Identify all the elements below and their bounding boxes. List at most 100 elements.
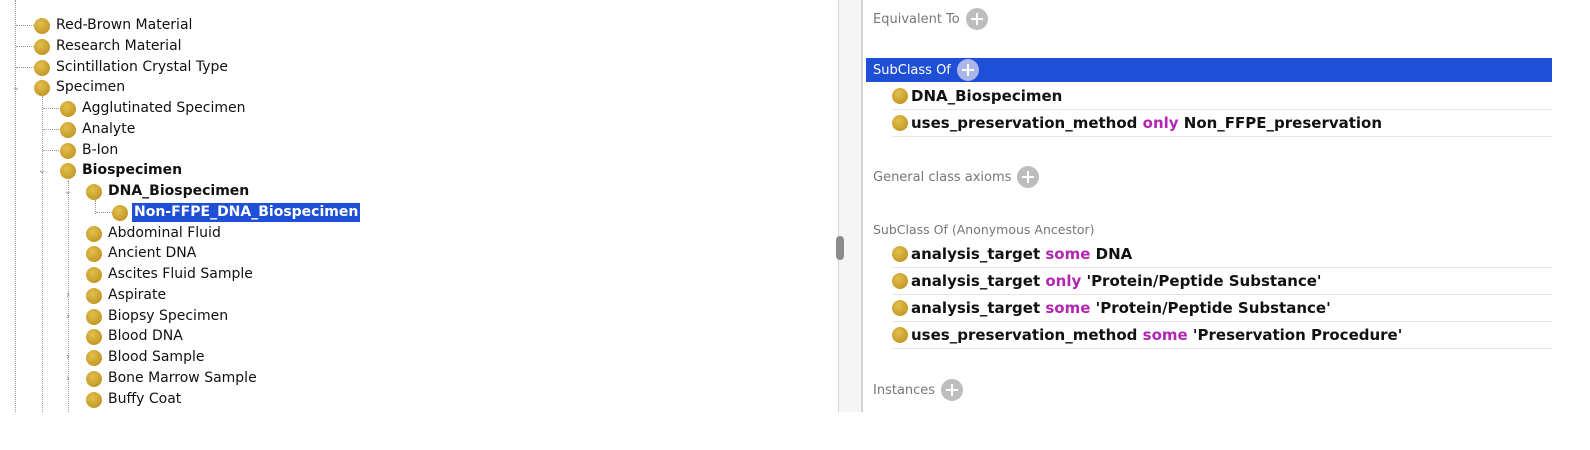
tree-node-label: Blood DNA — [108, 328, 183, 344]
axiom-term: analysis_target — [911, 272, 1046, 290]
section-title: General class axioms — [873, 169, 1012, 185]
class-icon — [86, 287, 102, 304]
class-icon — [892, 115, 908, 131]
tree-node[interactable]: Specimen — [34, 77, 127, 98]
tree-expand-icon[interactable]: ⌄ — [10, 82, 22, 94]
axiom-term: uses_preservation_method — [911, 326, 1143, 344]
panel-splitter[interactable] — [838, 0, 862, 412]
tree-collapse-icon[interactable]: › — [62, 373, 74, 385]
section-title: Instances — [873, 382, 936, 398]
axiom-text: uses_preservation_method only Non_FFPE_p… — [911, 114, 1382, 132]
axiom-row[interactable]: DNA_Biospecimen — [892, 83, 1552, 110]
axiom-text: analysis_target some 'Protein/Peptide Su… — [911, 299, 1331, 317]
axiom-term: 'Preservation Procedure' — [1187, 326, 1403, 344]
tree-node[interactable]: Blood Sample — [86, 347, 206, 368]
class-icon — [60, 142, 76, 159]
axiom-row[interactable]: analysis_target some 'Protein/Peptide Su… — [892, 295, 1552, 322]
tree-node-label: DNA_Biospecimen — [108, 183, 250, 199]
axiom-row[interactable]: uses_preservation_method only Non_FFPE_p… — [892, 110, 1552, 137]
class-icon — [86, 245, 102, 262]
tree-node[interactable]: Ancient DNA — [86, 243, 198, 264]
class-icon — [892, 300, 908, 316]
axiom-term: 'Protein/Peptide Substance' — [1090, 299, 1331, 317]
tree-node[interactable]: DNA_Biospecimen — [86, 181, 251, 202]
add-general-axiom-button[interactable] — [1017, 166, 1040, 188]
tree-node[interactable]: Biopsy Specimen — [86, 306, 230, 327]
axiom-text: analysis_target some DNA — [911, 245, 1132, 263]
class-icon — [892, 327, 908, 343]
tree-node-label: B-Ion — [82, 142, 119, 158]
tree-node-label: Specimen — [56, 79, 126, 95]
add-superclass-button[interactable] — [956, 59, 979, 81]
class-icon — [60, 121, 76, 138]
axiom-keyword: some — [1045, 245, 1091, 263]
section-general-class-axioms: General class axioms — [866, 165, 1040, 189]
tree-node[interactable]: Blood DNA — [86, 326, 185, 347]
section-subclass-of[interactable]: SubClass Of — [866, 58, 1552, 82]
axiom-term: 'Protein/Peptide Substance' — [1081, 272, 1322, 290]
axiom-term: analysis_target — [911, 245, 1046, 263]
tree-node-label: Bone Marrow Sample — [108, 370, 257, 386]
axiom-term: DNA_Biospecimen — [911, 87, 1063, 105]
splitter-handle[interactable] — [836, 236, 844, 260]
tree-node-selected[interactable]: Non-FFPE_DNA_Biospecimen — [112, 202, 361, 223]
class-icon — [60, 100, 76, 117]
tree-collapse-icon[interactable]: › — [62, 290, 74, 302]
tree-guide-line — [43, 129, 61, 130]
tree-node[interactable]: Scintillation Crystal Type — [34, 57, 230, 78]
axiom-keyword: only — [1045, 272, 1082, 290]
tree-expand-icon[interactable]: ⌄ — [62, 186, 74, 198]
tree-expand-icon[interactable]: ⌄ — [36, 165, 48, 177]
tree-node[interactable]: Red-Brown Material — [34, 15, 194, 36]
tree-guide-line — [16, 25, 34, 26]
tree-node-label: Non-FFPE_DNA_Biospecimen — [132, 203, 361, 222]
axiom-text: analysis_target only 'Protein/Peptide Su… — [911, 272, 1322, 290]
tree-collapse-icon[interactable]: › — [62, 352, 74, 364]
class-icon — [86, 183, 102, 200]
class-icon — [892, 273, 908, 289]
axiom-term: analysis_target — [911, 299, 1046, 317]
class-hierarchy-tree[interactable]: ⌄ ⌄ ⌄ › › › › Red-Brown Material Researc… — [0, 0, 840, 412]
tree-node-label: Abdominal Fluid — [108, 225, 221, 241]
add-equivalent-button[interactable] — [965, 8, 988, 30]
tree-node[interactable]: Analyte — [60, 119, 137, 140]
axiom-row[interactable]: analysis_target only 'Protein/Peptide Su… — [892, 268, 1552, 295]
tree-node-label: Red-Brown Material — [56, 17, 193, 33]
tree-node[interactable]: Abdominal Fluid — [86, 223, 223, 244]
axiom-text: DNA_Biospecimen — [911, 87, 1062, 105]
tree-guide-line — [16, 67, 34, 68]
section-equivalent-to: Equivalent To — [866, 7, 988, 31]
axiom-term: uses_preservation_method — [911, 114, 1143, 132]
tree-node-label: Ascites Fluid Sample — [108, 266, 253, 282]
class-icon — [112, 204, 128, 221]
class-icon — [60, 162, 76, 179]
tree-guide-line — [96, 212, 112, 213]
tree-node[interactable]: Ascites Fluid Sample — [86, 264, 255, 285]
tree-node[interactable]: B-Ion — [60, 140, 120, 161]
class-icon — [34, 17, 50, 34]
axiom-row[interactable]: uses_preservation_method some 'Preservat… — [892, 322, 1552, 349]
class-icon — [34, 59, 50, 76]
tree-node[interactable]: Buffy Coat — [86, 389, 183, 410]
tree-node[interactable]: Bone Marrow Sample — [86, 368, 259, 389]
tree-node-label: Blood Sample — [108, 349, 205, 365]
divider — [862, 0, 863, 412]
tree-node[interactable]: Research Material — [34, 36, 184, 57]
axiom-row[interactable]: analysis_target some DNA — [892, 241, 1552, 268]
tree-node[interactable]: Aspirate — [86, 285, 168, 306]
section-instances: Instances — [866, 378, 964, 402]
section-title: Equivalent To — [873, 11, 960, 27]
class-icon — [892, 88, 908, 104]
class-description-panel: Equivalent To SubClass Of DNA_Biospecime… — [866, 0, 1552, 412]
add-instance-button[interactable] — [941, 379, 964, 401]
tree-node[interactable]: Agglutinated Specimen — [60, 98, 247, 119]
tree-guide-line — [16, 46, 34, 47]
tree-node-label: Biopsy Specimen — [108, 308, 229, 324]
tree-node[interactable]: Biospecimen — [60, 160, 184, 181]
tree-node-label: Ancient DNA — [108, 245, 197, 261]
tree-node-label: Aspirate — [108, 287, 167, 303]
tree-collapse-icon[interactable]: › — [62, 311, 74, 323]
axiom-keyword: only — [1142, 114, 1179, 132]
section-title: SubClass Of — [873, 62, 951, 78]
tree-guide-line — [43, 108, 61, 109]
